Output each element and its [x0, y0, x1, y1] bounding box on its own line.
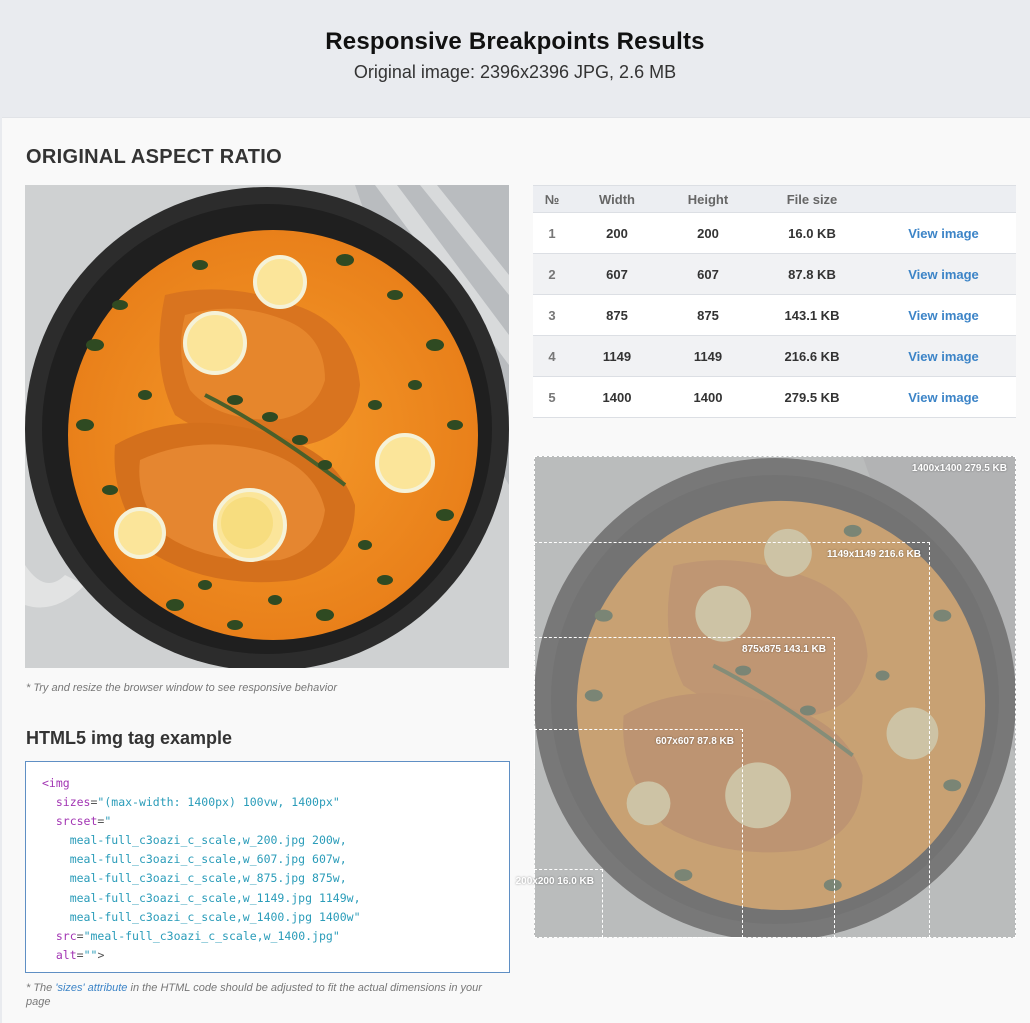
table-row: 3 875 875 143.1 KB View image	[533, 294, 1016, 336]
sizes-attribute-link[interactable]: 'sizes' attribute	[55, 982, 127, 994]
sizes-note-prefix: * The	[26, 982, 56, 994]
row-number: 2	[533, 253, 571, 295]
view-image-link[interactable]: View image	[871, 335, 1016, 377]
breakpoint-label: 875x875 143.1 KB	[742, 644, 826, 655]
col-header-height: Height	[663, 185, 753, 213]
table-row: 2 607 607 87.8 KB View image	[533, 253, 1016, 295]
col-header-file-size: File size	[753, 185, 871, 213]
view-image-link[interactable]: View image	[871, 212, 1016, 254]
row-number: 3	[533, 294, 571, 336]
breakpoint-label: 200x200 16.0 KB	[515, 876, 594, 887]
code-alt-attr: alt	[55, 947, 77, 962]
code-srcset-open: "	[104, 814, 112, 829]
code-sizes-attr: sizes	[55, 795, 91, 810]
results-header: Responsive Breakpoints Results Original …	[0, 0, 1030, 117]
code-srcset-line: meal-full_c3oazi_c_scale,w_1400.jpg 1400…	[69, 909, 361, 924]
view-image-link[interactable]: View image	[871, 294, 1016, 336]
code-alt-value: ""	[83, 947, 98, 962]
code-sizes-value: "(max-width: 1400px) 100vw, 1400px"	[97, 795, 340, 810]
col-header-width: Width	[571, 185, 663, 213]
breakpoint-label: 607x607 87.8 KB	[655, 736, 734, 747]
row-file-size: 16.0 KB	[753, 212, 871, 254]
code-srcset-attr: srcset	[55, 814, 98, 829]
breakpoint-label: 1149x1149 216.6 KB	[827, 549, 921, 560]
code-srcset-line: meal-full_c3oazi_c_scale,w_1149.jpg 1149…	[69, 890, 361, 905]
row-height: 607	[663, 253, 753, 295]
code-srcset-line: meal-full_c3oazi_c_scale,w_200.jpg 200w,	[69, 833, 347, 848]
row-width: 607	[571, 253, 663, 295]
code-img-close: >	[97, 947, 105, 962]
html-code-block[interactable]: <img sizes="(max-width: 1400px) 100vw, 1…	[25, 761, 510, 973]
breakpoint-label: 1400x1400 279.5 KB	[911, 463, 1007, 474]
col-header-number: №	[533, 185, 571, 213]
row-file-size: 143.1 KB	[753, 294, 871, 336]
row-height: 200	[663, 212, 753, 254]
row-number: 4	[533, 335, 571, 377]
table-row: 4 1149 1149 216.6 KB View image	[533, 335, 1016, 377]
results-panel: ORIGINAL ASPECT RATIO * Try and resize t…	[2, 117, 1030, 1023]
resize-note: * Try and resize the browser window to s…	[26, 682, 338, 694]
table-row: 1 200 200 16.0 KB View image	[533, 212, 1016, 254]
html5-example-title: HTML5 img tag example	[26, 728, 233, 748]
col-header-action	[871, 185, 1016, 213]
row-width: 1149	[571, 335, 663, 377]
row-width: 200	[571, 212, 663, 254]
row-number: 5	[533, 376, 571, 418]
code-src-attr: src	[55, 928, 77, 943]
code-srcset-line: meal-full_c3oazi_c_scale,w_607.jpg 607w,	[69, 852, 347, 867]
row-height: 1400	[663, 376, 753, 418]
row-file-size: 216.6 KB	[753, 335, 871, 377]
code-srcset-line: meal-full_c3oazi_c_scale,w_875.jpg 875w,	[69, 871, 347, 886]
breakpoints-table: № Width Height File size 1 200 200 16.0 …	[533, 185, 1016, 418]
row-height: 875	[663, 294, 753, 336]
row-height: 1149	[663, 335, 753, 377]
breakpoints-visualization: 1400x1400 279.5 KB 1149x1149 216.6 KB 875x…	[516, 456, 1016, 938]
row-number: 1	[533, 212, 571, 254]
original-image	[25, 185, 509, 668]
code-img-open: <img	[42, 776, 70, 790]
section-title: ORIGINAL ASPECT RATIO	[26, 146, 282, 168]
sizes-note: * The 'sizes' attribute in the HTML code…	[26, 981, 506, 1009]
code-src-value: "meal-full_c3oazi_c_scale,w_1400.jpg"	[83, 928, 340, 943]
table-row: 5 1400 1400 279.5 KB View image	[533, 376, 1016, 418]
page-title: Responsive Breakpoints Results	[325, 28, 705, 55]
table-header-row: № Width Height File size	[533, 185, 1016, 213]
breakpoint-box: 200x200 16.0 KB	[516, 869, 603, 938]
row-file-size: 87.8 KB	[753, 253, 871, 295]
row-width: 1400	[571, 376, 663, 418]
row-width: 875	[571, 294, 663, 336]
original-image-info: Original image: 2396x2396 JPG, 2.6 MB	[353, 62, 677, 82]
row-file-size: 279.5 KB	[753, 376, 871, 418]
view-image-link[interactable]: View image	[871, 253, 1016, 295]
view-image-link[interactable]: View image	[871, 376, 1016, 418]
food-illustration	[25, 185, 509, 668]
